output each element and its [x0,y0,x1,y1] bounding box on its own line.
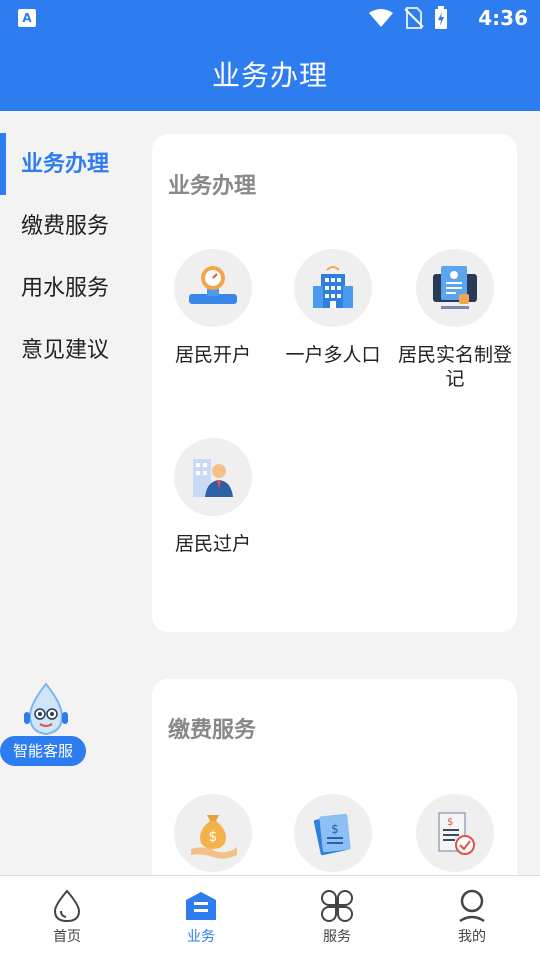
sidebar-item-feedback[interactable]: 意见建议 [0,321,140,381]
nav-business[interactable]: 业务 [151,888,251,946]
tile-resident-open-account[interactable]: 居民开户 [152,249,274,367]
business-card: 业务办理 居民开户 一户多人口 居民实名制登记 居民过户 [152,134,517,632]
id-registration-icon [416,249,494,327]
sidebar-item-business[interactable]: 业务办理 [0,135,140,195]
tile-real-name-registration[interactable]: 居民实名制登记 [394,249,516,391]
transfer-person-icon [174,438,252,516]
nav-home[interactable]: 首页 [17,888,117,946]
wifi-icon [369,9,393,27]
bottom-nav: 首页 业务 服务 我的 [0,875,540,960]
nav-label: 服务 [323,929,351,945]
invoice-check-icon: $ [416,794,494,872]
title-bar: 业务办理 [0,36,540,111]
nav-label: 业务 [187,929,215,945]
tile-label: 居民实名制登记 [397,344,512,390]
section-title: 业务办理 [168,174,257,199]
tile-label: 居民过户 [174,533,251,555]
building-icon [294,249,372,327]
tile-payment-1[interactable]: $ [152,794,274,872]
status-time: 4:36 [478,6,528,30]
sidebar-item-payment[interactable]: 缴费服务 [0,197,140,257]
sidebar-item-water[interactable]: 用水服务 [0,259,140,319]
section-title: 缴费服务 [168,718,257,743]
nav-label: 我的 [458,929,486,945]
svg-text:$: $ [447,817,453,828]
smart-service-button[interactable]: 智能客服 [0,682,90,768]
water-meter-icon [174,249,252,327]
smart-service-label[interactable]: 智能客服 [0,736,86,766]
business-icon [186,892,216,920]
svg-text:$: $ [331,822,339,836]
payment-card: 缴费服务 $ $ $ [152,679,517,875]
nav-services[interactable]: 服务 [287,888,387,946]
no-sim-icon [404,7,424,29]
status-bar: A 4:36 [0,0,540,36]
app-badge-icon: A [18,9,36,27]
tile-multi-person-household[interactable]: 一户多人口 [272,249,394,367]
bill-icon: $ [294,794,372,872]
page-title: 业务办理 [211,59,328,92]
tile-label: 一户多人口 [285,344,381,366]
tile-payment-3[interactable]: $ [394,794,516,872]
tile-label: 居民开户 [174,344,251,366]
nav-label: 首页 [53,929,81,945]
water-drop-icon [53,889,81,923]
water-drop-mascot-icon [24,682,68,736]
nav-profile[interactable]: 我的 [422,888,522,946]
money-bag-icon: $ [174,794,252,872]
battery-charging-icon [435,6,447,29]
profile-icon [459,889,485,923]
tile-payment-2[interactable]: $ [272,794,394,872]
tile-resident-transfer[interactable]: 居民过户 [152,438,274,556]
content-area[interactable]: 业务办理 居民开户 一户多人口 居民实名制登记 居民过户 缴费服务 $ $ $ [152,111,517,875]
svg-text:$: $ [209,829,218,845]
services-grid-icon [321,890,353,922]
